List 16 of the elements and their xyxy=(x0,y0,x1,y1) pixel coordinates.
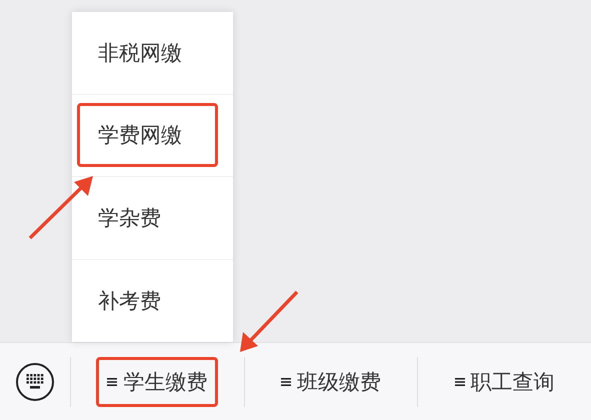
menu-item-label: 学杂费 xyxy=(97,204,162,232)
menu-button[interactable]: 职工查询 xyxy=(444,357,566,407)
arrow xyxy=(240,290,298,352)
menu-icon xyxy=(454,376,465,388)
menu-button[interactable]: 学生缴费 xyxy=(96,357,218,407)
menu-icon xyxy=(281,376,291,388)
menu-icon xyxy=(107,376,118,388)
arrow xyxy=(28,176,93,240)
menu-item-label: 非税网缴 xyxy=(97,40,183,67)
menu-item[interactable]: 非税网缴 xyxy=(72,12,233,94)
keyboard-icon[interactable] xyxy=(15,362,55,402)
menu-item-label: 补考费 xyxy=(97,288,162,315)
menu-button[interactable]: 班级缴费 xyxy=(270,357,392,407)
menu-item-label: 学费网缴 xyxy=(77,103,218,168)
menu-item[interactable]: 学费网缴 xyxy=(72,94,233,177)
menu-item[interactable]: 补考费 xyxy=(72,260,233,342)
